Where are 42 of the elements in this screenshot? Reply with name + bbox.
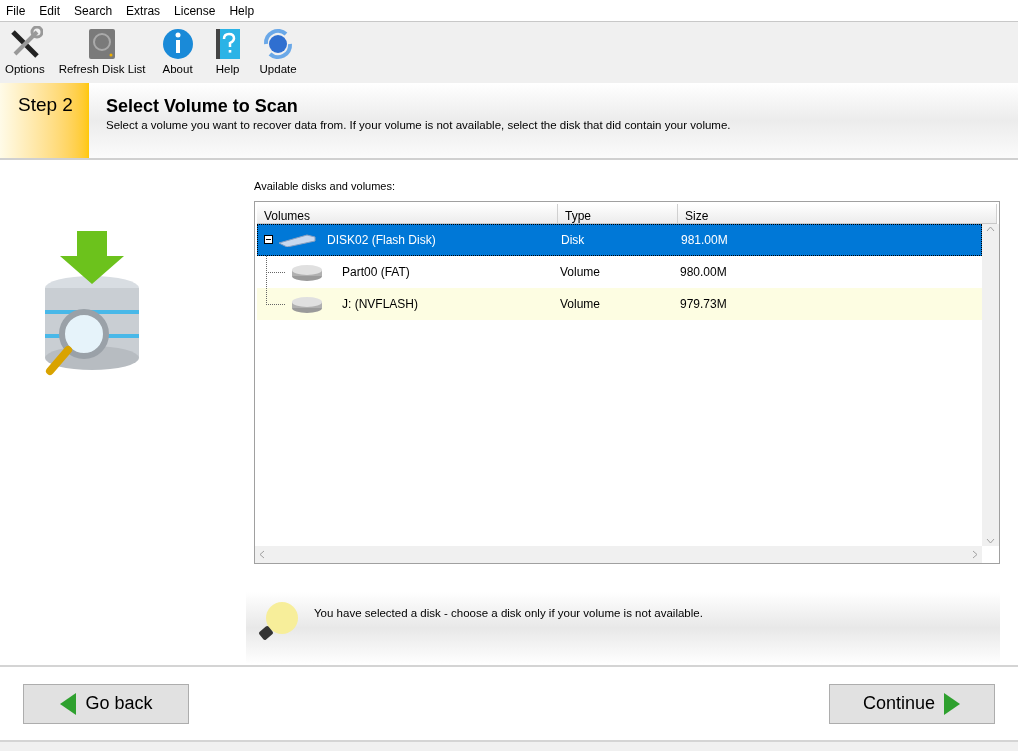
toolbar-button[interactable]: Update (259, 26, 297, 76)
right-arrow-icon (943, 691, 962, 716)
toolbar-button[interactable]: Refresh Disk List (58, 26, 146, 76)
list-label: Available disks and volumes: (254, 179, 397, 194)
menu-item[interactable]: Edit (39, 1, 61, 20)
size-cell-text: 981.00M (680, 231, 729, 249)
horizontal-scrollbar[interactable] (255, 545, 982, 563)
scroll-down-icon[interactable] (986, 537, 995, 544)
scroll-up-icon[interactable] (986, 225, 995, 232)
menu-item[interactable]: File (6, 1, 26, 20)
menu-item[interactable]: Extras (126, 1, 161, 20)
tree-row[interactable]: J: (NVFLASH) Volume 979.73M (257, 287, 982, 320)
toolbar-button[interactable]: About (159, 26, 196, 76)
volume-name: Part00 (FAT) (342, 263, 410, 281)
step-title: Select Volume to Scan (106, 95, 299, 117)
size-cell-text: 979.73M (679, 295, 728, 313)
column-header[interactable]: Type (558, 203, 678, 223)
toolbar-button[interactable]: Help (209, 26, 246, 76)
scroll-left-icon[interactable] (259, 549, 265, 559)
column-header[interactable]: Size (678, 203, 997, 223)
type-cell-text: Volume (559, 295, 602, 313)
menu-item[interactable]: Search (74, 1, 113, 20)
size-cell-text: 980.00M (679, 263, 728, 281)
step-description: Select a volume you want to recover data from. If your volume is not available, select the disk that did contain your volume. (106, 118, 731, 133)
left-arrow-icon (59, 691, 78, 716)
menu-item[interactable]: Help (229, 1, 255, 20)
toolbar-button[interactable]: Options (5, 26, 45, 76)
menu-item[interactable]: License (174, 1, 216, 20)
type-cell-text: Volume (559, 263, 602, 281)
collapse-icon[interactable] (264, 235, 273, 244)
usb-drive-icon (277, 232, 317, 247)
tree-row[interactable]: DISK02 (Flash Disk) Disk 981.00M (257, 223, 982, 256)
vertical-scrollbar[interactable] (982, 223, 999, 546)
go-back-button[interactable]: Go back (23, 683, 189, 724)
hint-text: You have selected a disk - choose a disk only if your volume is not available. (314, 605, 703, 621)
volume-name: DISK02 (Flash Disk) (327, 231, 436, 249)
column-header[interactable]: Volumes (257, 203, 558, 223)
type-cell-text: Disk (560, 231, 586, 249)
continue-button[interactable]: Continue (829, 683, 995, 724)
step-badge: Step 2 (0, 83, 89, 158)
scroll-right-icon[interactable] (972, 549, 978, 559)
volume-name: J: (NVFLASH) (342, 295, 418, 313)
